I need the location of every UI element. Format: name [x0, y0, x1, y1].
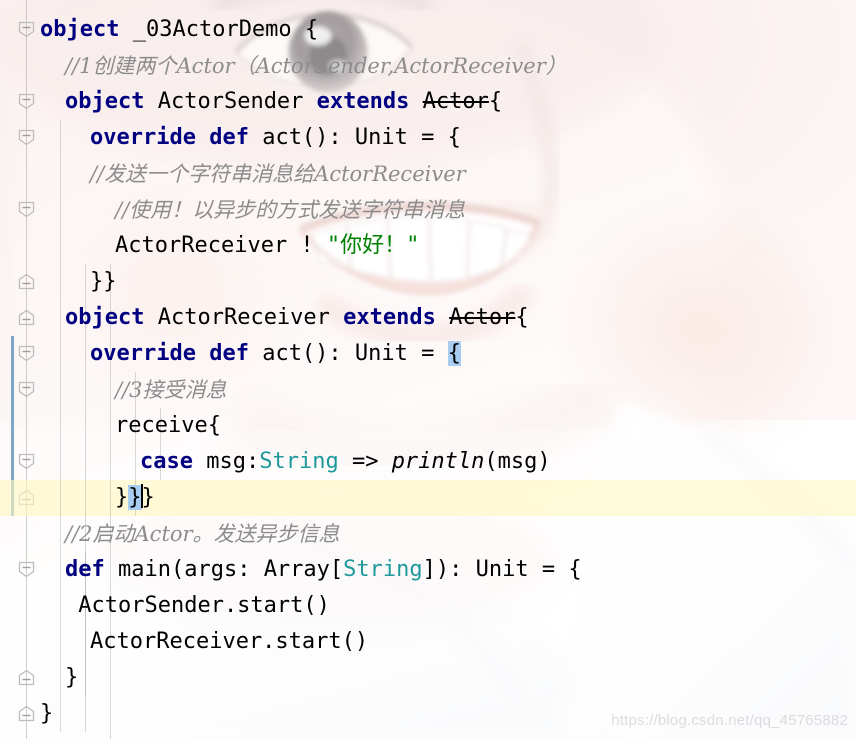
code-token-kw: extends	[343, 305, 436, 330]
code-editor[interactable]: object _03ActorDemo { //1创建两个Actor（ActorS…	[0, 0, 856, 739]
code-token-plain: _03ActorDemo {	[119, 17, 319, 42]
code-line[interactable]: object _03ActorDemo {	[0, 12, 856, 48]
code-token-plain: }}	[90, 269, 117, 294]
code-token-plain: act(): Unit = {	[248, 125, 461, 150]
code-token-plain: msg:	[192, 449, 260, 474]
watermark-url: https://blog.csdn.net/qq_45765882	[611, 712, 848, 729]
code-token-brace-hl: {	[447, 341, 461, 366]
code-line[interactable]: //使用！以异步的方式发送字符串消息	[0, 192, 856, 228]
code-line[interactable]: object ActorReceiver extends Actor{	[0, 300, 856, 336]
code-line[interactable]: }}	[0, 264, 856, 300]
code-token-kw: extends	[316, 89, 410, 114]
code-line[interactable]: //2启动Actor。发送异步信息	[0, 516, 856, 552]
code-token-cmt: //3接受消息	[115, 378, 227, 402]
code-line[interactable]: //1创建两个Actor（ActorSender,ActorReceiver）	[0, 48, 856, 84]
code-token-cmt: //发送一个字符串消息给ActorReceiver	[90, 162, 466, 186]
code-line[interactable]: ActorReceiver.start()	[0, 624, 856, 660]
code-token-cmt: //2启动Actor。发送异步信息	[65, 522, 340, 546]
code-line[interactable]: }}}	[0, 480, 856, 516]
code-token-cmt: //使用！以异步的方式发送字符串消息	[115, 198, 466, 222]
code-token-kw: object	[65, 89, 145, 114]
code-token-kw: def	[65, 557, 105, 582]
code-line[interactable]: override def act(): Unit = {	[0, 120, 856, 156]
code-line[interactable]: object ActorSender extends Actor{	[0, 84, 856, 120]
code-token-plain: ActorReceiver.start()	[90, 629, 369, 654]
code-token-kw: object	[65, 305, 145, 330]
code-token-plain: }	[115, 485, 129, 510]
code-token-kw: override def	[90, 341, 249, 366]
code-token-plain: }	[40, 701, 54, 726]
code-token-plain: =>	[338, 449, 392, 474]
code-token-type: String	[259, 449, 339, 474]
code-line[interactable]: //3接受消息	[0, 372, 856, 408]
code-token-plain: }	[141, 485, 155, 510]
code-token-plain: act(): Unit =	[248, 341, 448, 366]
code-line[interactable]: case msg:String => println(msg)	[0, 444, 856, 480]
code-token-type: String	[343, 557, 423, 582]
code-line[interactable]: receive{	[0, 408, 856, 444]
code-token-kw: case	[140, 449, 193, 474]
code-line[interactable]: def main(args: Array[String]): Unit = {	[0, 552, 856, 588]
code-token-kw: override def	[90, 125, 249, 150]
code-token-cmt: //1创建两个Actor（ActorSender,ActorReceiver）	[65, 54, 567, 78]
code-line[interactable]: }	[0, 660, 856, 696]
code-token-plain: {	[515, 305, 529, 330]
code-token-plain: (msg)	[484, 449, 551, 474]
code-token-static-m: println	[391, 449, 485, 474]
code-token-kw: object	[40, 17, 120, 42]
code-token-deprecated: Actor	[449, 305, 516, 330]
code-line[interactable]: ActorReceiver ! "你好！"	[0, 228, 856, 264]
code-token-brace-hl: }	[128, 485, 142, 510]
code-line[interactable]: //发送一个字符串消息给ActorReceiver	[0, 156, 856, 192]
code-token-str: "你好！"	[326, 233, 420, 258]
code-token-plain: }	[65, 665, 79, 690]
code-token-plain: ]): Unit = {	[422, 557, 582, 582]
code-token-plain: ActorSender	[144, 89, 317, 114]
code-token-deprecated: Actor	[422, 89, 489, 114]
code-token-plain: ActorReceiver !	[115, 233, 327, 258]
code-area[interactable]: object _03ActorDemo { //1创建两个Actor（ActorS…	[0, 0, 856, 739]
code-token-plain: ActorSender.start()	[65, 593, 330, 618]
code-token-plain: receive{	[115, 413, 221, 438]
code-token-plain: main(args: Array[	[104, 557, 344, 582]
code-line[interactable]: override def act(): Unit = {	[0, 336, 856, 372]
code-line[interactable]: ActorSender.start()	[0, 588, 856, 624]
code-token-plain: {	[488, 89, 503, 114]
code-token-plain: ActorReceiver	[144, 305, 344, 330]
